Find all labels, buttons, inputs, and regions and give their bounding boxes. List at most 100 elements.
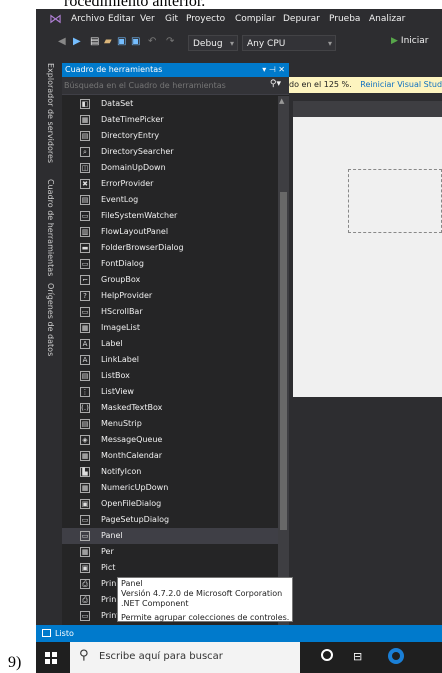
toolbox-item[interactable]: ▭ PageSetupDialog (62, 512, 278, 528)
toolbox-item-label: MonthCalendar (101, 451, 163, 460)
toolbox-item[interactable]: ▤ EventLog (62, 192, 278, 208)
tab-data-sources[interactable]: Orígenes de datos (46, 283, 55, 356)
toolbox-item[interactable]: ⌕ DirectorySearcher (62, 144, 278, 160)
windows-start-icon[interactable] (45, 652, 57, 664)
menu-analizar[interactable]: Analizar (369, 14, 405, 24)
toolbox-item-label: MenuStrip (101, 419, 142, 428)
toolbox-item[interactable]: ⋮ ListView (62, 384, 278, 400)
toolbox-item[interactable]: ▭ FontDialog (62, 256, 278, 272)
scrollbar-thumb[interactable] (280, 192, 287, 530)
back-icon[interactable]: ◀ (58, 36, 66, 48)
tooltip-version: Versión 4.7.2.0 de Microsoft Corporation (121, 589, 283, 598)
screenshot-window: ⋈ Archivo Editar Ver Git Proyecto Compil… (36, 9, 442, 673)
form-selection-outline[interactable] (348, 169, 442, 233)
infobar-text: do en el 125 %. (289, 80, 352, 89)
start-debugging-button[interactable]: ▶ Iniciar (391, 36, 428, 46)
chevron-down-icon: ▾ (327, 39, 332, 48)
pin-controls-icon[interactable]: ▾ ⊣ ✕ (262, 63, 285, 77)
menu-git[interactable]: Git (165, 14, 178, 24)
toolbox-item[interactable]: ▭ Panel (62, 528, 278, 544)
toolbox-item[interactable]: ▤ DirectoryEntry (62, 128, 278, 144)
toolbox-item[interactable]: ▦ NumericUpDown (62, 480, 278, 496)
taskbar-search-box[interactable]: ⚲ Escribe aquí para buscar (70, 642, 300, 673)
toolbox-search-input[interactable] (64, 78, 259, 92)
tab-toolbox[interactable]: Cuadro de herramientas (46, 179, 55, 276)
restart-visual-studio-link[interactable]: Reiniciar Visual Studio (360, 80, 442, 89)
control-icon: ▭ (80, 259, 90, 269)
toolbox-item-label: ErrorProvider (101, 179, 154, 188)
toolbox-item-label: NotifyIcon (101, 467, 142, 476)
toolbox-item[interactable]: ⌐ GroupBox (62, 272, 278, 288)
toolbox-item[interactable]: ◫ DomainUpDown (62, 160, 278, 176)
toolbox-item[interactable]: ◈ MessageQueue (62, 432, 278, 448)
tooltip-component: .NET Component (121, 599, 189, 608)
toolbox-item-label: DateTimePicker (101, 115, 164, 124)
toolbox-item[interactable]: ▭ FileSystemWatcher (62, 208, 278, 224)
form-designer-surface[interactable] (293, 117, 442, 397)
toolbox-item[interactable]: ▦ MonthCalendar (62, 448, 278, 464)
visual-studio-logo-icon[interactable]: ⋈ (49, 13, 63, 27)
platform-dropdown[interactable]: Any CPU ▾ (242, 35, 336, 51)
toolbox-item[interactable]: A LinkLabel (62, 352, 278, 368)
control-icon: ▭ (80, 515, 90, 525)
forward-icon[interactable]: ▶ (73, 36, 81, 48)
menu-bar: ⋈ Archivo Editar Ver Git Proyecto Compil… (36, 9, 442, 31)
toolbox-item[interactable]: ▙ NotifyIcon (62, 464, 278, 480)
toolbox-item[interactable]: ▦ Per (62, 544, 278, 560)
scroll-up-icon[interactable]: ▲ (279, 97, 284, 105)
cortana-icon[interactable] (321, 649, 333, 661)
toolbox-scrollbar[interactable]: ▲ (278, 96, 289, 625)
play-icon: ▶ (391, 36, 398, 46)
menu-compilar[interactable]: Compilar (235, 14, 276, 24)
toolbox-item[interactable]: ▦ ImageList (62, 320, 278, 336)
toolbox-item[interactable]: ▬ FolderBrowserDialog (62, 240, 278, 256)
toolbox-item[interactable]: ? HelpProvider (62, 288, 278, 304)
toolbox-item-label: Panel (101, 531, 123, 540)
open-folder-icon[interactable]: ▰ (104, 36, 112, 48)
control-icon: ▦ (80, 547, 90, 557)
toolbox-item[interactable]: ▣ OpenFileDialog (62, 496, 278, 512)
toolbox-item[interactable]: (.) MaskedTextBox (62, 400, 278, 416)
toolbox-item-label: EventLog (101, 195, 139, 204)
standard-toolbar: ◀ ▶ ▤ ▰ ▣ ▣ ↶ ↷ Debug ▾ Any CPU ▾ ▶ Inici… (36, 31, 442, 55)
menu-prueba[interactable]: Prueba (329, 14, 360, 24)
toolbox-item-label: PageSetupDialog (101, 515, 170, 524)
configuration-dropdown[interactable]: Debug ▾ (188, 35, 238, 51)
control-icon: ▭ (80, 531, 90, 541)
control-icon: ▦ (80, 483, 90, 493)
toolbox-item[interactable]: ▤ ListBox (62, 368, 278, 384)
toolbox-item[interactable]: ▭ HScrollBar (62, 304, 278, 320)
toolbox-item-label: MessageQueue (101, 435, 163, 444)
toolbox-item-label: HScrollBar (101, 307, 143, 316)
toolbox-item[interactable]: ▦ DateTimePicker (62, 112, 278, 128)
menu-proyecto[interactable]: Proyecto (186, 14, 225, 24)
task-view-icon[interactable]: ⊟ (353, 650, 362, 663)
save-all-icon[interactable]: ▣ (131, 36, 140, 48)
toolbox-item[interactable]: ▤ MenuStrip (62, 416, 278, 432)
menu-ver[interactable]: Ver (140, 14, 155, 24)
edge-browser-icon[interactable] (388, 648, 404, 664)
platform-value: Any CPU (247, 39, 286, 49)
new-project-icon[interactable]: ▤ (90, 36, 99, 48)
control-icon: ▭ (80, 211, 90, 221)
menu-editar[interactable]: Editar (108, 14, 135, 24)
toolbox-item[interactable]: ▥ FlowLayoutPanel (62, 224, 278, 240)
menu-archivo[interactable]: Archivo (71, 14, 105, 24)
side-tab-strip: Explorador de servidores Cuadro de herra… (36, 55, 62, 625)
toolbox-item[interactable]: ▣ Pict (62, 560, 278, 576)
toolbox-item[interactable]: A Label (62, 336, 278, 352)
control-icon: ⋮ (80, 387, 90, 397)
toolbox-search: ⚲▾ (62, 77, 289, 95)
control-icon: ▤ (80, 371, 90, 381)
save-icon[interactable]: ▣ (117, 36, 126, 48)
redo-icon[interactable]: ↷ (166, 36, 174, 48)
control-icon: ◧ (80, 99, 90, 109)
toolbox-item[interactable]: ✖ ErrorProvider (62, 176, 278, 192)
undo-icon[interactable]: ↶ (148, 36, 156, 48)
tab-server-explorer[interactable]: Explorador de servidores (46, 63, 55, 163)
step-number: 9) (8, 654, 22, 671)
search-icon[interactable]: ⚲▾ (270, 79, 281, 89)
menu-depurar[interactable]: Depurar (283, 14, 320, 24)
control-icon: ▥ (80, 227, 90, 237)
toolbox-item[interactable]: ◧ DataSet (62, 96, 278, 112)
